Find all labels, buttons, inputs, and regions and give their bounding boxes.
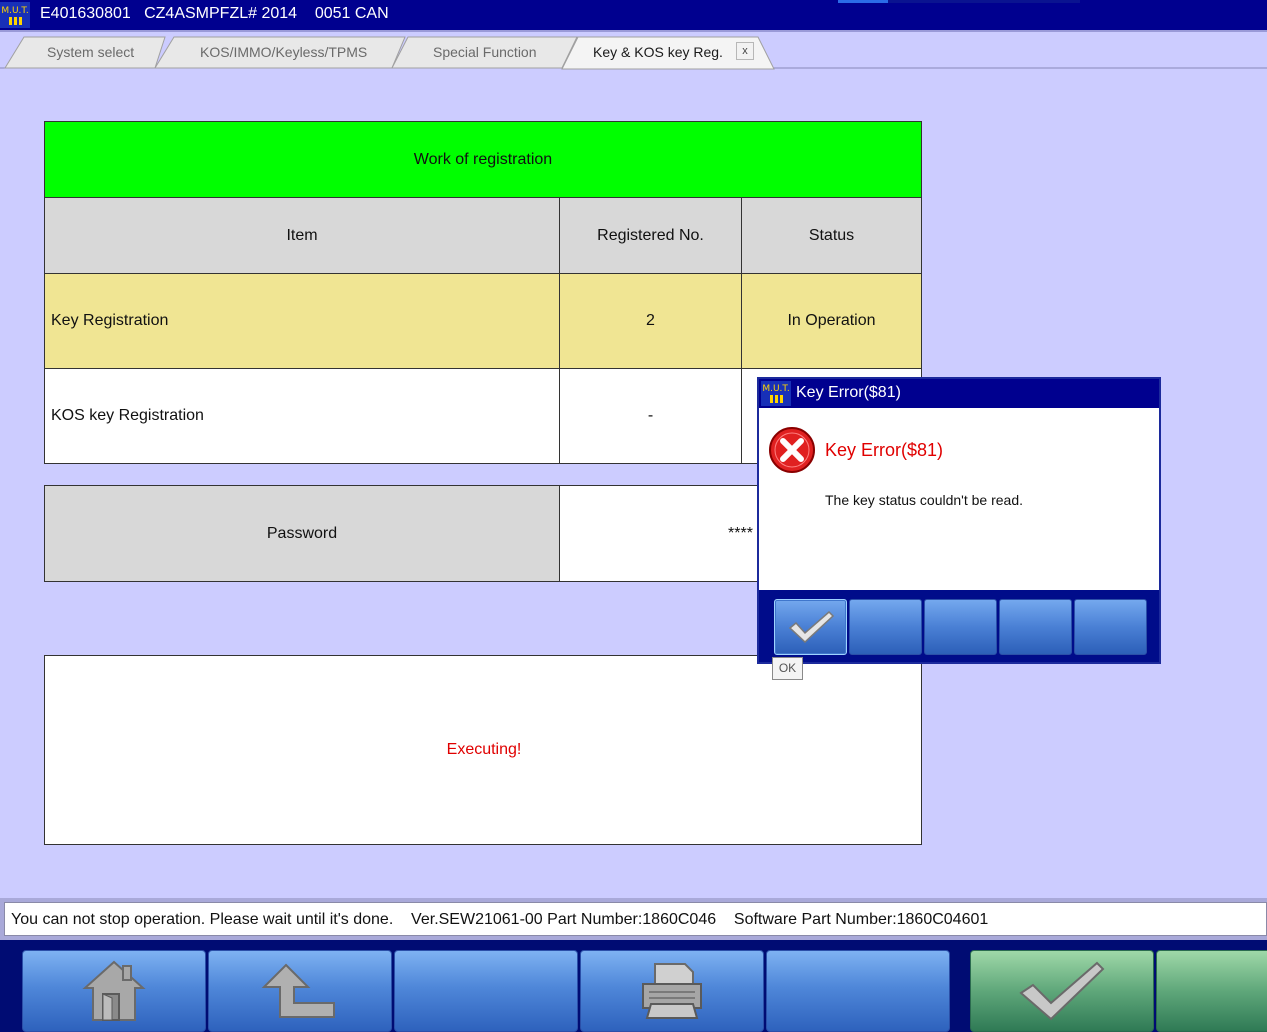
ok-tooltip: OK [772,657,803,680]
toolbar-button-5[interactable] [766,950,950,1032]
mut3-logo-icon: M.U.T. [761,381,791,406]
dialog-button-5[interactable] [1074,599,1147,655]
column-header-item: Item [44,197,560,274]
execution-panel: Executing! [44,655,922,845]
dialog-title-bar: M.U.T. Key Error($81) [759,379,1159,408]
row-item: KOS key Registration [44,368,560,464]
column-header-status: Status [741,197,922,274]
checkmark-icon [1019,961,1105,1021]
execution-message: Executing! [446,741,522,758]
key-error-dialog: M.U.T. Key Error($81) Key Error($81) The… [757,377,1161,664]
bottom-toolbar [0,940,1267,1032]
password-label: Password [44,485,560,582]
printer-icon [642,963,702,1019]
dialog-ok-button[interactable] [774,599,847,655]
print-button[interactable] [580,950,764,1032]
checkmark-icon [788,610,834,644]
title-bar: M.U.T. E401630801 CZ4ASMPFZL# 2014 0051 … [0,0,1267,30]
dialog-button-2[interactable] [849,599,922,655]
toolbar-button-7[interactable] [1156,950,1267,1032]
dialog-heading: Key Error($81) [825,440,944,460]
tab-strip: System select KOS/IMMO/Keyless/TPMS Spec… [0,32,1267,70]
mut3-logo-icon: M.U.T. [0,2,30,28]
home-button[interactable] [22,950,206,1032]
dialog-title: Key Error($81) [796,384,901,401]
error-x-icon [769,427,815,473]
dialog-message: The key status couldn't be read. [825,492,1024,508]
svg-text:M.U.T.: M.U.T. [1,6,28,16]
dialog-button-bar [759,590,1159,662]
status-message: You can not stop operation. Please wait … [11,911,989,928]
tab-close-button[interactable]: x [736,42,754,60]
home-icon [82,960,146,1021]
dialog-button-4[interactable] [999,599,1072,655]
tab-key-kos-key-reg[interactable]: Key & KOS key Reg. [593,44,723,60]
window-title: E401630801 CZ4ASMPFZL# 2014 0051 CAN [40,5,389,22]
back-arrow-icon [261,963,335,1018]
confirm-button[interactable] [970,950,1154,1032]
status-bar-field: You can not stop operation. Please wait … [4,902,1267,936]
tab-special-function[interactable]: Special Function [433,44,537,60]
svg-text:M.U.T.: M.U.T. [762,384,789,394]
row-status: In Operation [741,273,922,369]
registration-table-title: Work of registration [44,121,922,198]
row-registered-no: 2 [559,273,742,369]
toolbar-button-3[interactable] [394,950,578,1032]
title-bar-indicator-track [888,0,1080,3]
row-item: Key Registration [44,273,560,369]
table-row: Key Registration 2 In Operation [44,273,922,369]
row-registered-no: - [559,368,742,464]
status-bar: You can not stop operation. Please wait … [0,898,1267,940]
column-header-registered-no: Registered No. [559,197,742,274]
tab-kos-immo-keyless-tpms[interactable]: KOS/IMMO/Keyless/TPMS [200,44,367,60]
dialog-button-3[interactable] [924,599,997,655]
tab-system-select[interactable]: System select [47,44,134,60]
back-button[interactable] [208,950,392,1032]
title-bar-indicator [838,0,888,3]
